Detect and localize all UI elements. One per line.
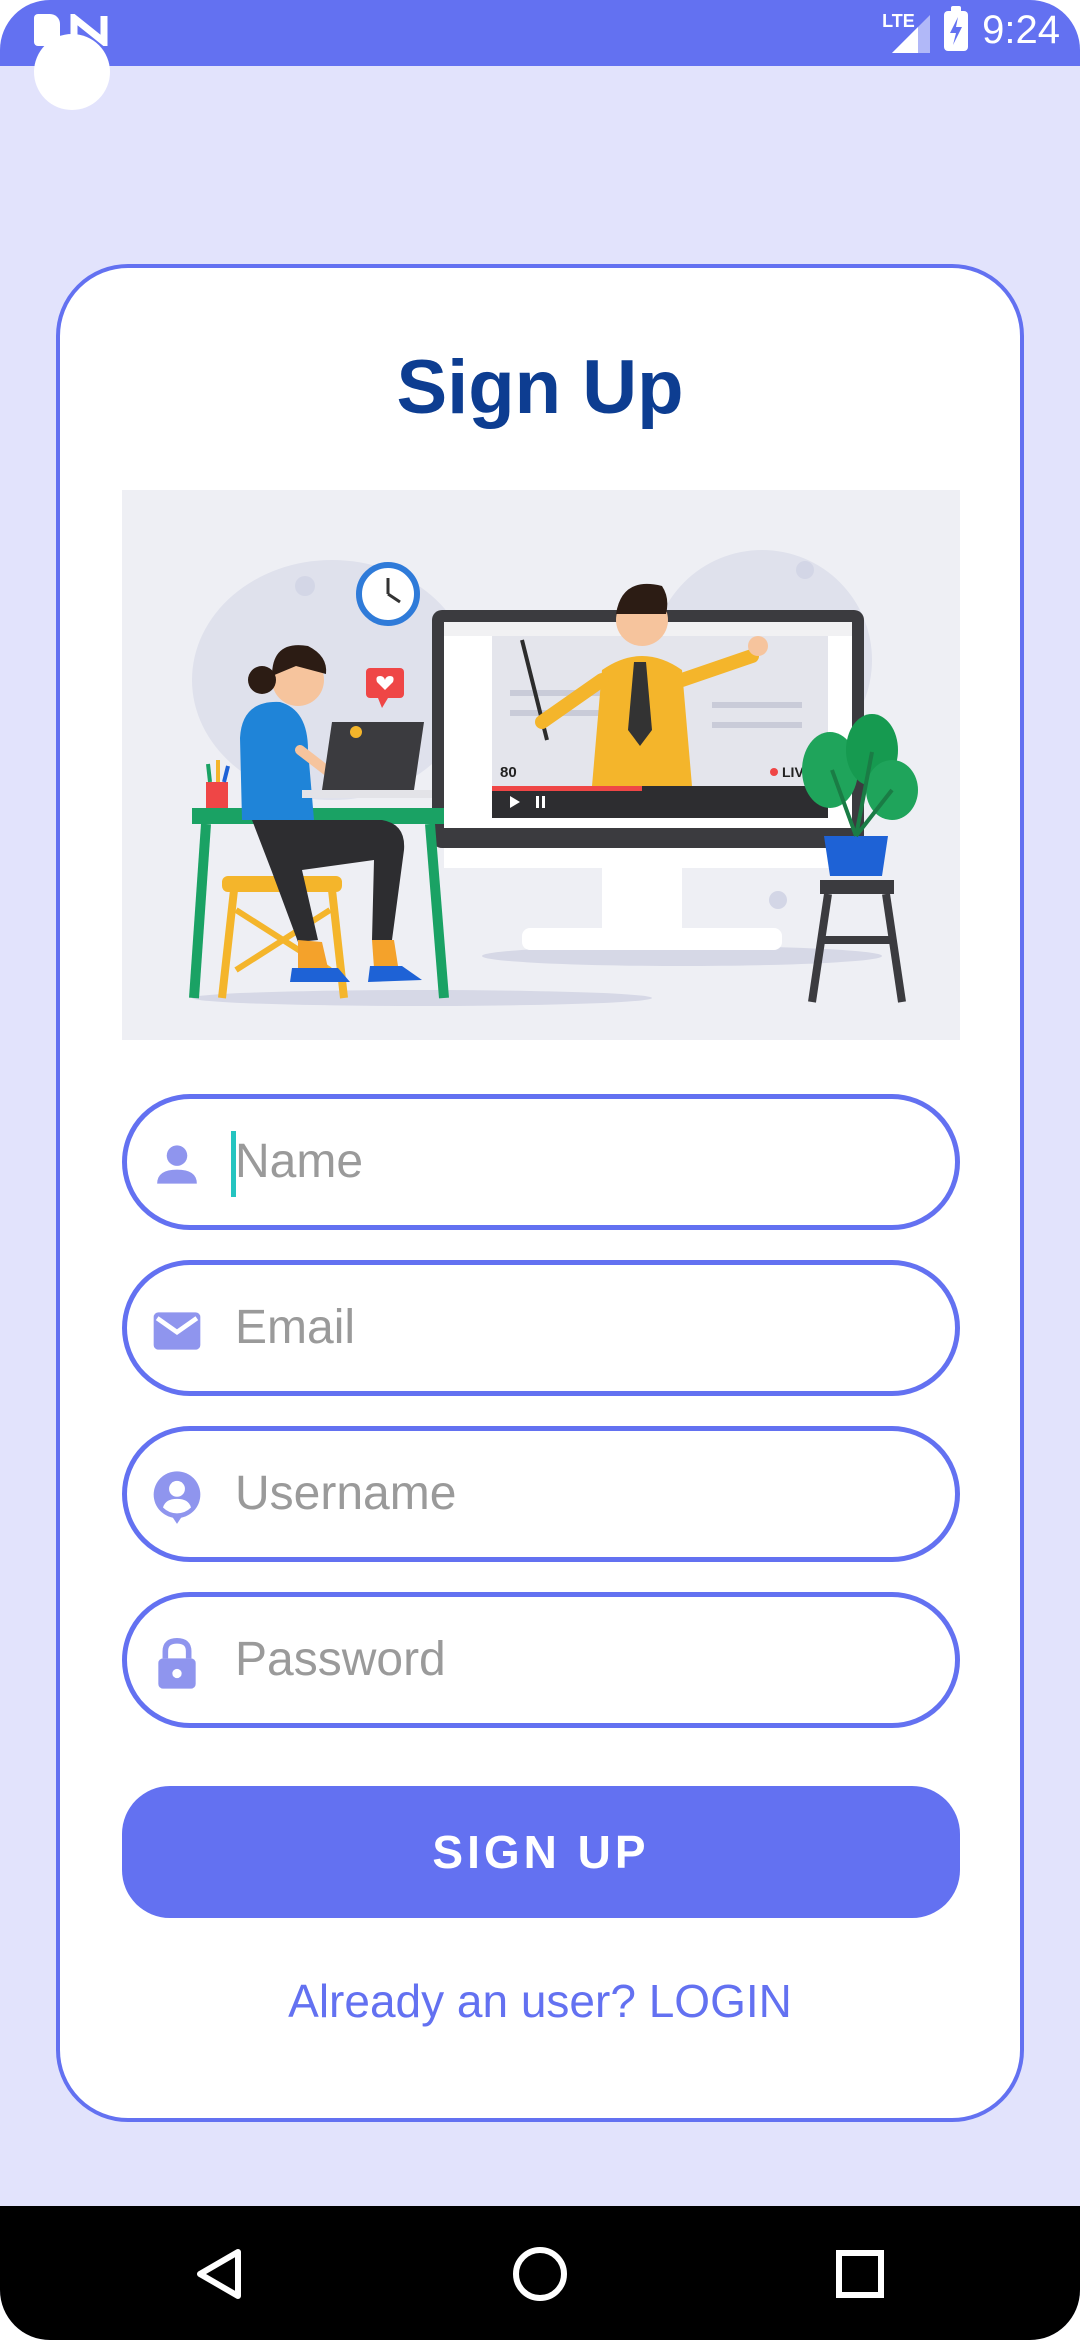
- signup-card: Sign Up 80 LIVE Name Email Username Pass…: [56, 264, 1024, 2122]
- back-icon[interactable]: [190, 2244, 250, 2304]
- username-field[interactable]: Username: [122, 1426, 960, 1562]
- lock-icon: [158, 1638, 196, 1689]
- signal-icon: LTE: [882, 9, 931, 53]
- recents-icon[interactable]: [830, 2244, 890, 2304]
- battery-icon: [944, 5, 969, 51]
- camera-cutout: [34, 34, 110, 110]
- navigation-bar: [0, 2206, 1080, 2340]
- login-link[interactable]: Already an user? LOGIN: [60, 1974, 1020, 2028]
- home-icon[interactable]: [510, 2244, 570, 2304]
- status-bar: LTE 9:24: [0, 0, 1080, 66]
- email-icon: [153, 1312, 201, 1350]
- page-title: Sign Up: [396, 345, 684, 430]
- name-placeholder: Name: [235, 1135, 364, 1188]
- clock: 9:24: [982, 8, 1060, 52]
- account-circle-icon: [153, 1471, 201, 1524]
- password-placeholder: Password: [235, 1633, 446, 1686]
- status-right: LTE 9:24: [882, 5, 1060, 53]
- screen: LTE 9:24 Sign Up 80 LIVE Name Email User…: [0, 0, 1080, 2340]
- password-field[interactable]: Password: [122, 1592, 960, 1728]
- name-field[interactable]: Name: [122, 1094, 960, 1230]
- email-placeholder: Email: [235, 1301, 356, 1354]
- signup-button[interactable]: SIGN UP: [122, 1786, 960, 1918]
- person-icon: [157, 1145, 197, 1184]
- email-field[interactable]: Email: [122, 1260, 960, 1396]
- viewer-count: 80: [500, 764, 517, 781]
- username-placeholder: Username: [235, 1467, 457, 1520]
- online-class-illustration: 80 LIVE: [122, 490, 960, 1040]
